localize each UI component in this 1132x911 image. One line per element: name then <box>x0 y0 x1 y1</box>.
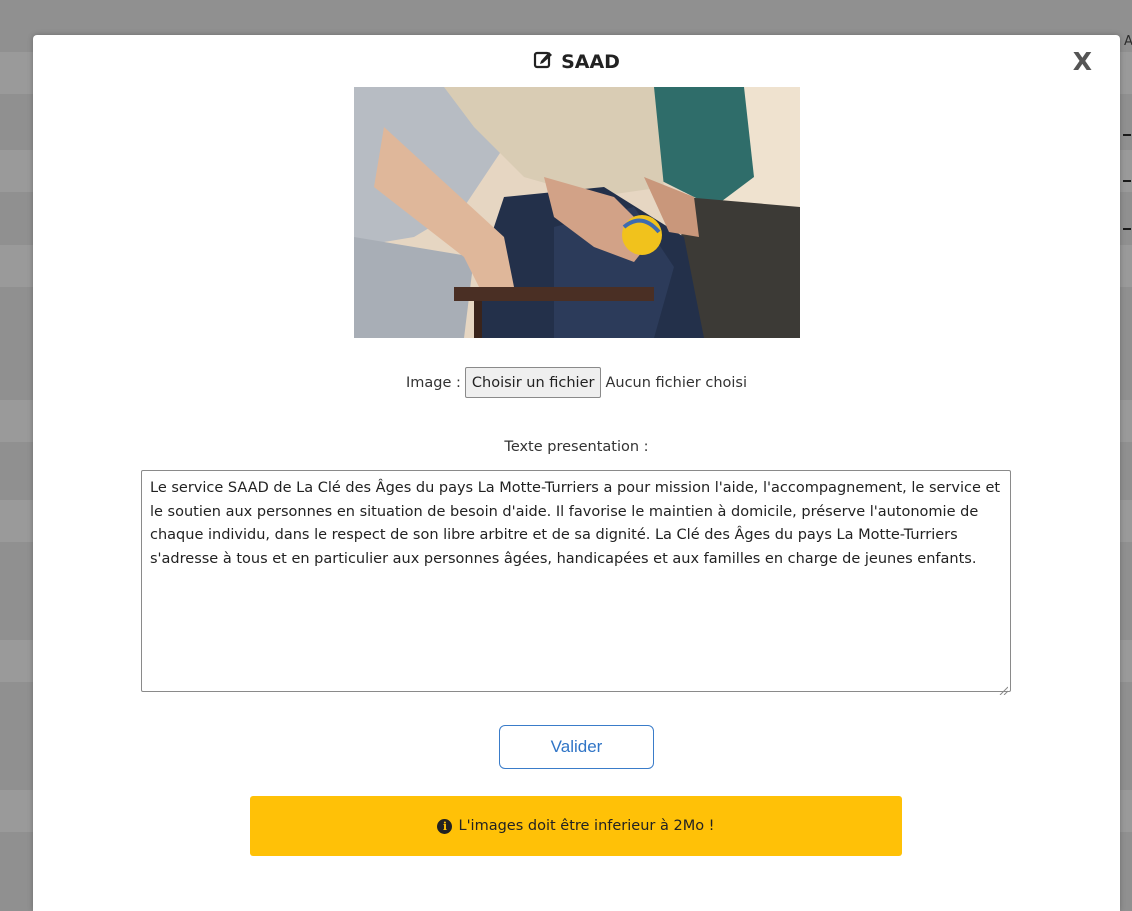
validate-button[interactable]: Valider <box>499 725 654 769</box>
modal-title-text: SAAD <box>561 50 620 73</box>
alert-message: L'images doit être inferieur à 2Mo ! <box>458 818 715 834</box>
close-button[interactable]: X <box>1073 47 1092 76</box>
preview-image <box>354 87 800 338</box>
file-status: Aucun fichier choisi <box>605 374 747 391</box>
image-upload-row: Image : Choisir un fichier Aucun fichier… <box>33 367 1120 398</box>
warning-alert: i L'images doit être inferieur à 2Mo ! <box>250 796 902 856</box>
background-edit-icon <box>1123 172 1131 182</box>
presentation-text: Le service SAAD de La Clé des Âges du pa… <box>150 480 1001 567</box>
edit-icon <box>533 49 553 74</box>
choose-file-button[interactable]: Choisir un fichier <box>464 367 602 398</box>
info-icon: i <box>437 818 453 834</box>
image-label: Image : <box>405 374 461 391</box>
resize-handle-icon[interactable] <box>999 680 1009 696</box>
background-edge-text: A <box>1124 34 1132 49</box>
edit-modal: SAAD X Image: Choisir un fichier Aucun … <box>33 35 1120 911</box>
presentation-label: Texte presentation : <box>504 439 649 455</box>
background-edit-icon <box>1123 220 1131 230</box>
presentation-textarea[interactable]: Le service SAAD de La Clé des Âges du pa… <box>141 470 1011 696</box>
modal-title: SAAD <box>33 49 1120 74</box>
background-edit-icon <box>1123 126 1131 136</box>
